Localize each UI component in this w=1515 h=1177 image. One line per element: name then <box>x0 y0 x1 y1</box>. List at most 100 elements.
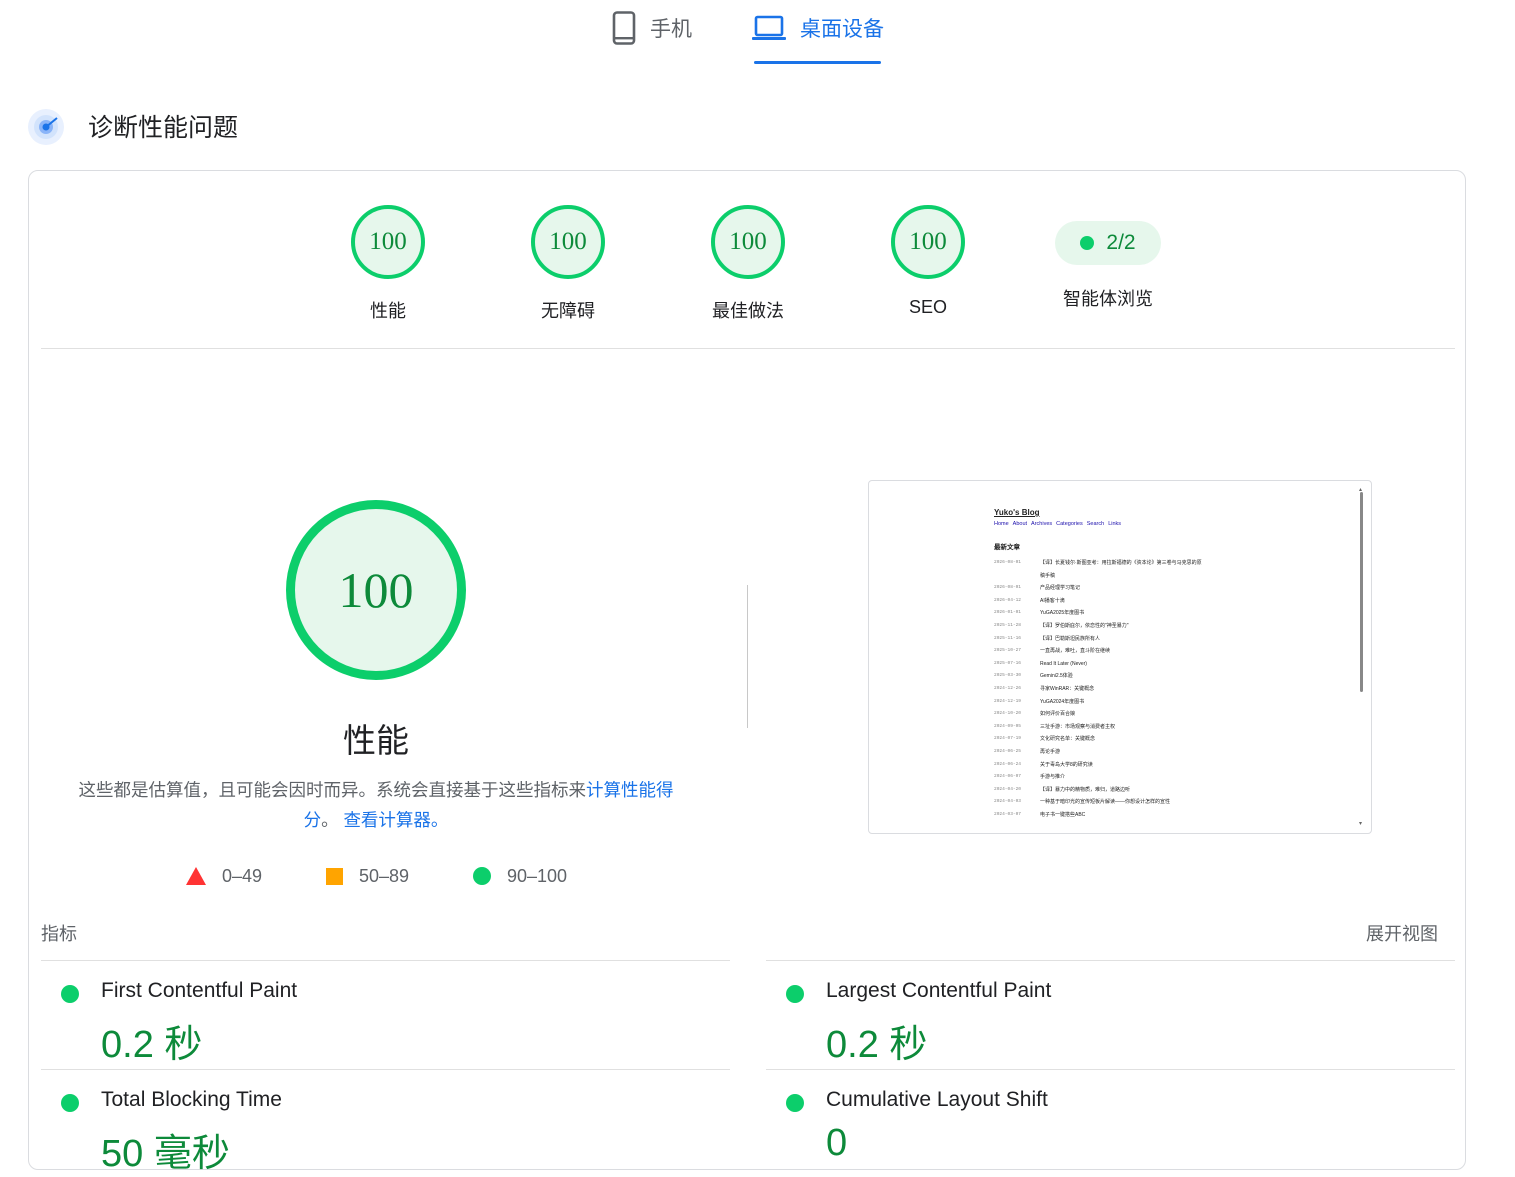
score-gauge: 100 <box>711 205 785 279</box>
post-date: 2024-10-20 <box>994 711 1022 717</box>
vertical-divider <box>747 585 748 728</box>
list-item[interactable]: 2024-03-07 电子书一键搭些ABC <box>994 809 1344 822</box>
post-date: 2024-07-19 <box>994 736 1022 742</box>
list-item[interactable]: 2025-11-16 【译】巴勒斯坦民族所有人 <box>994 633 1344 646</box>
legend-range: 90–100 <box>507 865 568 886</box>
thumb-nav-item: Archives <box>1031 521 1053 527</box>
post-date: 2024-04-03 <box>994 799 1022 805</box>
expand-view-button[interactable]: 展开视图 <box>1366 920 1438 946</box>
post-title: AI播客十滴 <box>1040 597 1065 604</box>
score-label: SEO <box>908 297 947 317</box>
page-screenshot: Yuko's Blog Home About Archives Categori… <box>868 480 1372 834</box>
desc-separator: 。 <box>321 810 339 830</box>
post-title: YuGA2024年度图书 <box>1040 698 1085 705</box>
list-item[interactable]: 2024-04-03 一种基于暗印光的宣传短板片解读——你想设计怎样的宣性 <box>994 796 1344 809</box>
post-title: 再论手游 <box>1040 748 1061 755</box>
metric-name: Cumulative Layout Shift <box>826 1088 1048 1111</box>
tab-mobile[interactable]: 手机 <box>612 6 692 50</box>
metric-value: 0 <box>826 1122 848 1164</box>
list-item[interactable]: 2024-06-25 再论手游 <box>994 746 1344 759</box>
average-square-icon <box>326 867 343 885</box>
thumb-site-title: Yuko's Blog <box>994 508 1040 517</box>
score-label: 智能体浏览 <box>1063 289 1153 309</box>
list-item[interactable]: 2024-06-07 手游与推介 <box>994 771 1344 784</box>
legend-range: 50–89 <box>359 865 410 886</box>
post-date: 2024-12-19 <box>994 698 1022 704</box>
post-date: 2025-10-27 <box>994 648 1022 654</box>
list-item[interactable]: 2025-07-16 Read It Later (Never) <box>994 658 1344 671</box>
post-date: 2024-03-07 <box>994 811 1022 817</box>
performance-gauge: 100 <box>286 500 466 680</box>
thumb-nav-item: Home <box>994 521 1009 527</box>
post-title: 【译】巴勒斯坦民族所有人 <box>1040 635 1101 642</box>
score-label: 性能 <box>370 301 406 321</box>
list-item[interactable]: 2024-10-20 如何评价百合娘 <box>994 708 1344 721</box>
list-item[interactable]: 2024-04-20 【译】暴力中的精物质，难归，道路边听 <box>994 784 1344 797</box>
post-title: 稿手稿 <box>1040 572 1056 579</box>
calculator-link[interactable]: 查看计算器。 <box>343 810 448 830</box>
list-item[interactable]: 2026-08-01 【译】长夏钱尔·斯图亚考：用拉斯福德的《资本论》第三卷与马克… <box>994 557 1344 570</box>
score-performance[interactable]: 100 性能 <box>323 205 453 323</box>
post-title: 文化研究名单：关键概念 <box>1040 736 1096 743</box>
post-title: 关于毒岛大学8的研究读 <box>1040 761 1093 768</box>
post-title: 一直再战，难吐，直斗阶在继续 <box>1040 648 1111 655</box>
post-title: 产品经理学习笔记 <box>1040 585 1081 592</box>
list-item[interactable]: 2026-01-01 YuGA2025年度图书 <box>994 607 1344 620</box>
list-item[interactable]: 2026-04-12 AI播客十滴 <box>994 595 1344 608</box>
legend-pass: 90–100 <box>473 862 567 890</box>
pass-dot-icon <box>786 1094 804 1112</box>
post-date: 2024-09-05 <box>994 723 1022 729</box>
list-item[interactable]: 2024-12-26 寻家WinRAR：关键概念 <box>994 683 1344 696</box>
agent-pill: 2/2 <box>1055 221 1161 265</box>
post-title: 电子书一键搭些ABC <box>1040 811 1086 818</box>
tab-desktop-label: 桌面设备 <box>800 18 884 41</box>
score-accessibility[interactable]: 100 无障碍 <box>503 205 633 323</box>
post-date: 2024-06-07 <box>994 774 1022 780</box>
thumb-scrollbar <box>1360 492 1363 692</box>
performance-description: 这些都是估算值，且可能会因时而异。系统会直接基于这些指标来计算性能得分。 查看计… <box>70 775 682 835</box>
performance-desc-text: 这些都是估算值，且可能会因时而异。系统会直接基于这些指标来 <box>78 780 587 800</box>
list-item[interactable]: 2025-11-28 【译】罗伯斯庇尔，依恋性的"神圣暴力" <box>994 620 1344 633</box>
active-tab-indicator <box>754 61 881 64</box>
post-date: 2025-03-30 <box>994 673 1022 679</box>
tab-mobile-label: 手机 <box>650 18 692 41</box>
score-seo[interactable]: 100 SEO <box>863 205 993 318</box>
list-item[interactable]: 2026-08-01 产品经理学习笔记 <box>994 582 1344 595</box>
score-agentic-browsing[interactable]: 2/2 智能体浏览 <box>1043 205 1173 311</box>
post-title: 寻家WinRAR：关键概念 <box>1040 685 1095 692</box>
post-title: 手游与推介 <box>1040 774 1066 781</box>
agent-value: 2/2 <box>1106 231 1136 254</box>
list-item[interactable]: 2024-06-24 关于毒岛大学8的研究读 <box>994 759 1344 772</box>
post-title: Read It Later (Never) <box>1040 660 1087 667</box>
post-date: 2026-08-01 <box>994 560 1022 565</box>
list-item[interactable]: 2024-07-19 文化研究名单：关键概念 <box>994 733 1344 746</box>
post-title: 一种基于暗印光的宣传短板片解读——你想设计怎样的宣性 <box>1040 799 1171 806</box>
post-date <box>994 570 1040 583</box>
metric-value: 0.2 秒 <box>101 1024 203 1066</box>
section-title: 诊断性能问题 <box>88 114 239 142</box>
list-item[interactable]: 2024-12-19 YuGA2024年度图书 <box>994 696 1344 709</box>
score-label: 最佳做法 <box>712 301 784 321</box>
score-best-practices[interactable]: 100 最佳做法 <box>683 205 813 323</box>
post-title: Gemini2.5体验 <box>1040 673 1073 680</box>
post-date: 2025-11-28 <box>994 622 1022 628</box>
post-title: 【译】长夏钱尔·斯图亚考：用拉斯福德的《资本论》第三卷与马克思的原 <box>1040 560 1202 566</box>
pass-dot-icon <box>61 985 79 1003</box>
thumb-nav-item: Links <box>1108 521 1122 527</box>
list-item[interactable]: 2025-03-30 Gemini2.5体验 <box>994 670 1344 683</box>
legend-fail: 0–49 <box>186 862 262 890</box>
post-date: 2024-06-25 <box>994 748 1022 754</box>
tab-desktop[interactable]: 桌面设备 <box>752 6 884 50</box>
score-gauge: 100 <box>531 205 605 279</box>
post-date: 2025-11-16 <box>994 635 1022 641</box>
post-date: 2026-04-12 <box>994 597 1022 603</box>
list-item[interactable]: 稿手稿 <box>994 570 1344 583</box>
list-item[interactable]: 2024-09-05 三址手游：市场观察与消费者主权 <box>994 721 1344 734</box>
post-date: 2024-12-26 <box>994 685 1022 691</box>
list-item[interactable]: 2025-10-27 一直再战，难吐，直斗阶在继续 <box>994 645 1344 658</box>
divider <box>41 1069 730 1070</box>
diagnose-gauge-icon <box>28 109 64 145</box>
post-title: 【译】暴力中的精物质，难归，道路边听 <box>1040 786 1131 793</box>
laptop-icon <box>752 15 786 40</box>
score-label: 无障碍 <box>541 301 595 321</box>
